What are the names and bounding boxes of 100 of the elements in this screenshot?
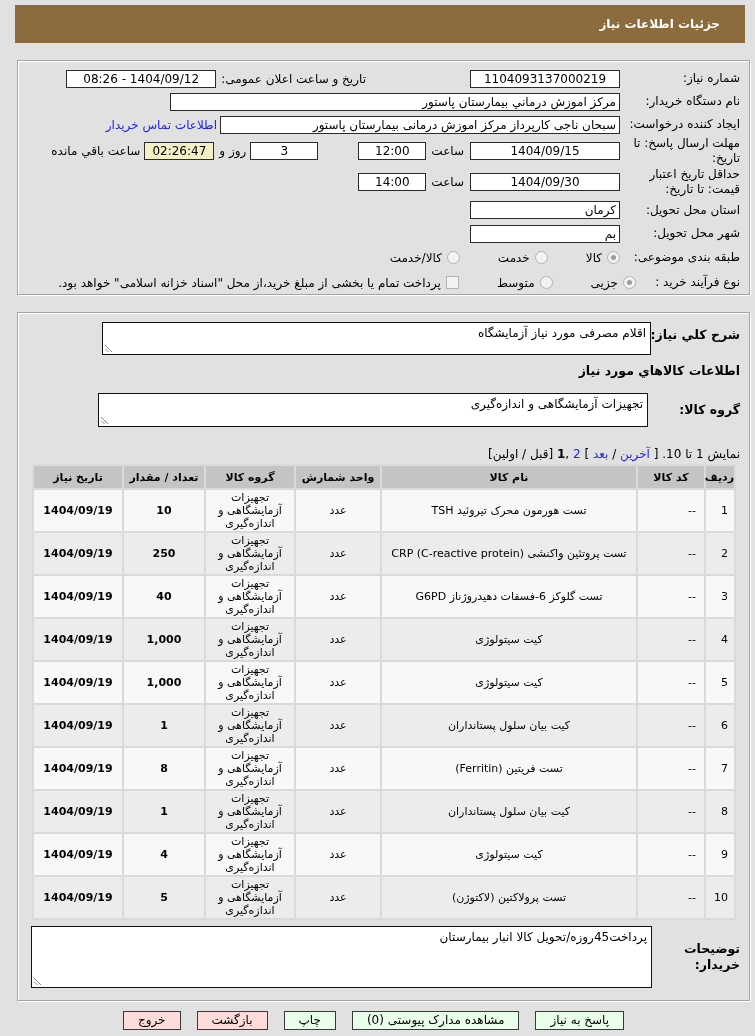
page-link[interactable]: آخرین [620, 447, 650, 461]
table-cell: تجهیزات آزمایشگاهی و اندازه‌گیری [206, 576, 294, 617]
announce-date-field[interactable]: 1404/09/12 - 08:26 [66, 69, 217, 88]
column-header: واحد شمارش [296, 466, 380, 488]
action-button[interactable]: پاسخ به نیاز [535, 1011, 625, 1030]
column-header: کد کالا [638, 466, 704, 488]
table-cell: -- [638, 748, 704, 789]
buyer-org-field[interactable]: مرکز اموزش درماني بيمارستان پاستور [170, 92, 620, 111]
description-field[interactable]: اقلام مصرفی مورد نیاز آزمایشگاه [102, 322, 651, 355]
table-cell: 1404/09/19 [34, 490, 122, 531]
pagination-text: [قبل / اولین] [488, 447, 554, 461]
table-cell: تست پروتئین واکنشی (CRP (C-reactive protein [382, 533, 636, 574]
table-cell: 1404/09/19 [34, 662, 122, 703]
table-cell: کیت سیتولوژی [382, 619, 636, 660]
table-cell: 1404/09/19 [34, 576, 122, 617]
need-number-field[interactable]: 1104093137000219 [470, 69, 620, 88]
exit-button[interactable]: خروج [122, 1011, 181, 1030]
table-cell: -- [638, 834, 704, 875]
time-field[interactable]: 14:00 [358, 173, 427, 191]
page-link[interactable]: 2 [572, 447, 581, 461]
table-cell: تجهیزات آزمایشگاهی و اندازه‌گیری [206, 533, 294, 574]
table-cell: کیت سیتولوژی [382, 834, 636, 875]
table-cell: تجهیزات آزمایشگاهی و اندازه‌گیری [206, 748, 294, 789]
table-cell: تجهیزات آزمایشگاهی و اندازه‌گیری [206, 619, 294, 660]
field-label: شهر محل تحویل: [652, 226, 740, 241]
radio-label: متوسط [496, 275, 535, 290]
field-label: نوع فرآیند خرید : [654, 275, 740, 290]
action-button[interactable]: چاپ [283, 1011, 336, 1030]
table-cell: 1404/09/19 [34, 533, 122, 574]
table-cell: تجهیزات آزمایشگاهی و اندازه‌گیری [206, 662, 294, 703]
resize-grip-icon[interactable] [34, 977, 42, 985]
contact-link[interactable]: اطلاعات تماس خریدار [105, 117, 217, 132]
table-cell: عدد [296, 877, 380, 918]
table-cell: عدد [296, 791, 380, 832]
table-cell: تجهیزات آزمایشگاهی و اندازه‌گیری [206, 490, 294, 531]
resize-grip-icon[interactable] [101, 416, 109, 424]
notes-field[interactable]: پرداخت45روزه/تحویل کالا انبار بیمارستان [31, 926, 652, 988]
table-cell: -- [638, 576, 704, 617]
table-cell: عدد [296, 748, 380, 789]
days-field[interactable]: 3 [250, 142, 319, 160]
time-label: ساعت [431, 175, 464, 189]
table-cell: تست گلوکز 6-فسفات دهیدروژناز G6PD [382, 576, 636, 617]
table-cell: عدد [296, 576, 380, 617]
table-cell: 1404/09/19 [34, 748, 122, 789]
table-cell: عدد [296, 834, 380, 875]
field-label: تاریخ و ساعت اعلان عمومی: [221, 71, 366, 86]
table-cell: 7 [706, 748, 734, 789]
table-cell: عدد [296, 490, 380, 531]
table-cell: 6 [706, 705, 734, 746]
action-button[interactable]: مشاهده مدارک پیوستی (0) [351, 1011, 520, 1030]
table-cell: 1,000 [124, 662, 204, 703]
table-cell: 1404/09/19 [34, 705, 122, 746]
pagination-text: ] [584, 447, 590, 461]
time-label: ساعت [431, 144, 464, 158]
date-field[interactable]: 1404/09/15 [470, 142, 620, 160]
resize-grip-icon[interactable] [105, 344, 113, 352]
pagination-text: , [565, 447, 570, 461]
field-label: شرح كلي نياز: [651, 326, 740, 344]
table-cell: 1 [124, 791, 204, 832]
remaining-label: ساعت باقي مانده [51, 144, 141, 158]
table-cell: 9 [706, 834, 734, 875]
exit-button[interactable]: بازگشت [196, 1011, 268, 1030]
goods-group-field[interactable]: تجهیزات آزمایشگاهی و اندازه‌گیری [98, 393, 648, 427]
table-cell: -- [638, 533, 704, 574]
field-label: طبقه بندی موضوعی: [632, 250, 740, 265]
column-header: تعداد / مقدار [124, 466, 204, 488]
table-cell: تجهیزات آزمایشگاهی و اندازه‌گیری [206, 834, 294, 875]
table-cell: 1404/09/19 [34, 834, 122, 875]
table-cell: 10 [706, 877, 734, 918]
table-cell: تجهیزات آزمایشگاهی و اندازه‌گیری [206, 705, 294, 746]
table-cell: 8 [124, 748, 204, 789]
column-header: گروه کالا [206, 466, 294, 488]
countdown-field[interactable]: 02:26:47 [144, 142, 215, 160]
time-field[interactable]: 12:00 [358, 142, 427, 160]
days-label: روز و [219, 144, 247, 158]
table-cell: 40 [124, 576, 204, 617]
table-cell: 1404/09/19 [34, 791, 122, 832]
radio-label: جزیی [590, 275, 618, 290]
table-cell: 1 [124, 705, 204, 746]
table-cell: تست هورمون محرک تیروئید TSH [382, 490, 636, 531]
table-cell: 1,000 [124, 619, 204, 660]
date-field[interactable]: 1404/09/30 [470, 173, 620, 191]
field-label: گروه کالا: [678, 402, 740, 418]
page-link[interactable]: بعد [592, 447, 609, 461]
table-cell: 1404/09/19 [34, 877, 122, 918]
table-cell: کیت بیان سلول پستانداران [382, 705, 636, 746]
table-cell: -- [638, 490, 704, 531]
requester-field[interactable]: سبحان ناجی کارپرداز مرکز اموزش درمانی بیمارستان پاستور [220, 115, 620, 134]
column-header: تاریخ نیاز [34, 466, 122, 488]
city-field[interactable]: بم [470, 224, 620, 243]
table-cell: کیت بیان سلول پستانداران [382, 791, 636, 832]
table-cell: 8 [706, 791, 734, 832]
table-cell: عدد [296, 705, 380, 746]
table-cell: عدد [296, 662, 380, 703]
table-cell: عدد [296, 533, 380, 574]
table-cell: 2 [706, 533, 734, 574]
section-heading: اطلاعات کالاهاي مورد نياز [578, 363, 740, 378]
table-cell: -- [638, 705, 704, 746]
table-cell: 4 [124, 834, 204, 875]
province-field[interactable]: کرمان [470, 201, 620, 219]
